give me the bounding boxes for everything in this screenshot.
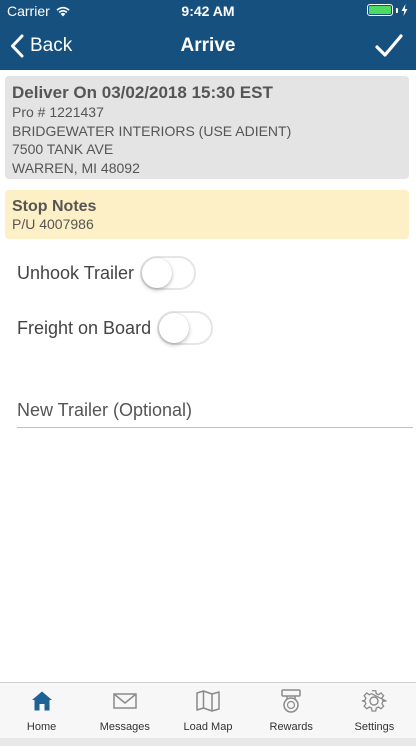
address-line: 7500 TANK AVE: [12, 141, 114, 157]
unhook-trailer-toggle[interactable]: [140, 256, 197, 290]
tab-rewards-label: Rewards: [269, 721, 313, 733]
stop-notes-card: Stop Notes P/U 4007986: [5, 190, 409, 239]
tab-settings-label: Settings: [354, 721, 395, 733]
city-line: WARREN, MI 48092: [12, 159, 140, 176]
new-trailer-input[interactable]: [17, 394, 413, 428]
stop-notes-text: P/U 4007986: [12, 216, 94, 232]
confirm-arrive-button[interactable]: [374, 31, 404, 61]
tab-home[interactable]: Home: [0, 683, 83, 738]
bottom-safe-area: [0, 738, 416, 746]
delivery-title: Deliver On 03/02/2018 15:30 EST: [12, 83, 273, 102]
tab-bar: Home Messages Load Map Rewards Settings: [0, 682, 416, 738]
tab-load-map-label: Load Map: [183, 721, 233, 733]
tab-rewards[interactable]: Rewards: [250, 683, 333, 738]
battery-icon: [367, 4, 393, 16]
map-icon: [195, 688, 221, 714]
tab-messages-label: Messages: [99, 721, 150, 733]
unhook-trailer-row: Unhook Trailer: [17, 256, 197, 290]
tab-home-label: Home: [26, 721, 57, 733]
unhook-trailer-label: Unhook Trailer: [17, 262, 135, 283]
delivery-info-card: Deliver On 03/02/2018 15:30 EST Pro # 12…: [5, 76, 409, 179]
freight-on-board-toggle[interactable]: [157, 311, 214, 345]
battery-indicator: [367, 4, 408, 16]
freight-on-board-row: Freight on Board: [17, 311, 214, 345]
battery-level: [369, 6, 391, 14]
navigation-bar: Back Arrive: [0, 22, 416, 70]
status-bar: Carrier 9:42 AM: [0, 0, 416, 22]
checkmark-icon: [375, 34, 403, 57]
toggle-knob: [142, 258, 173, 288]
rewards-icon: [278, 688, 304, 714]
gear-icon: [361, 688, 388, 714]
charging-bolt-icon: [401, 4, 408, 16]
toggle-knob: [159, 313, 190, 343]
home-icon: [29, 688, 55, 714]
envelope-icon: [112, 688, 138, 714]
tab-settings[interactable]: Settings: [333, 683, 416, 738]
page-title: Arrive: [180, 35, 236, 56]
stop-notes-title: Stop Notes: [12, 198, 97, 215]
tab-load-map[interactable]: Load Map: [166, 683, 249, 738]
battery-tip: [396, 7, 398, 13]
tab-messages[interactable]: Messages: [83, 683, 166, 738]
freight-on-board-label: Freight on Board: [17, 317, 152, 338]
pro-number: Pro # 1221437: [12, 104, 104, 120]
clock: 9:42 AM: [181, 3, 235, 19]
company-name: BRIDGEWATER INTERIORS (USE ADIENT): [12, 122, 292, 139]
